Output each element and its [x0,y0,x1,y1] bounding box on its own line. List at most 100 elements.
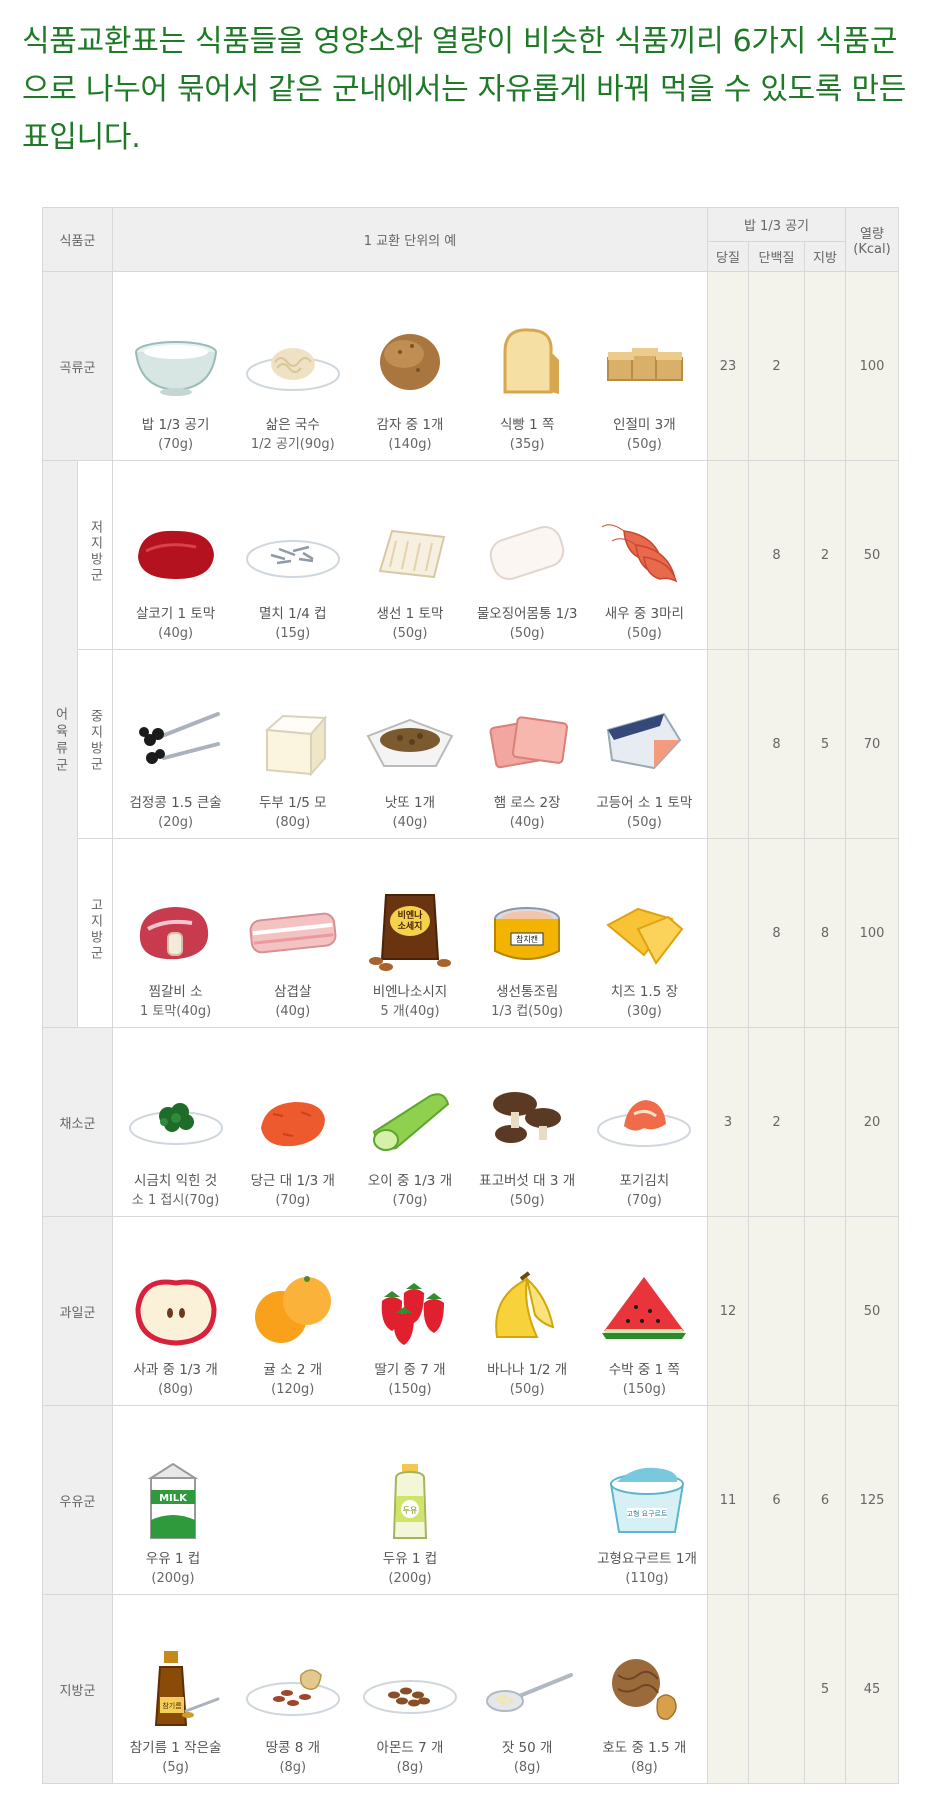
svg-text:소세지: 소세지 [398,920,423,932]
walnut-icon [612,1659,678,1720]
food-item: 표고버섯 대 3 개 (50g) [471,1078,583,1210]
food-name: 당근 대 1/3 개 [250,1173,335,1189]
fat-value [804,1216,846,1406]
kcal-value: 20 [845,1027,899,1217]
kcal-value: 50 [845,1216,899,1406]
header-calories-label: 열량 [860,226,884,242]
protein-value [748,1594,805,1784]
food-name: 잣 50 개 [501,1740,553,1756]
food-name: 멸치 1/4 컵 [258,606,327,622]
table-row: 우유군 MILK 우유 1 컵 (200g) 두유 두유 1 컵 (200g) 고형 요구르트… [42,1405,899,1595]
protein-value: 8 [748,838,805,1028]
pine-nut-spoon-icon [486,1673,574,1712]
food-name: 포기김치 [619,1173,670,1189]
bread-slice-icon [503,328,560,394]
soymilk-bottle-icon: 두유 [392,1464,428,1539]
food-item: 두유 두유 1 컵 (200g) [354,1456,466,1588]
subgroup-label-text: 저지방군 [87,520,103,584]
cheese-icon [606,907,684,965]
food-item: 사과 중 1/3 개 (80g) [120,1267,232,1399]
food-item: 인절미 3개 (50g) [588,322,700,454]
food-name: 호도 중 1.5 개 [602,1740,687,1756]
food-name: 식빵 1 쪽 [499,417,555,433]
food-amount: (110g) [625,1571,669,1586]
protein-value: 8 [748,649,805,839]
food-item: 비엔나 소세지 비엔나소시지 5 개(40g) [354,889,466,1021]
fat-value [804,271,846,461]
food-name: 찜갈비 소 [148,984,203,1000]
food-name: 비엔나소시지 [372,984,448,1000]
food-item: 오이 중 1/3 개 (70g) [354,1078,466,1210]
kcal-value: 125 [845,1405,899,1595]
food-examples-cell: 밥 1/3 공기 (70g) 삶은 국수 1/2 공기(90g) 감자 중 1개 (140… [112,271,708,461]
header-protein: 단백질 [748,241,805,272]
svg-text:MILK: MILK [159,1493,188,1504]
kcal-value: 100 [845,271,899,461]
food-item: 감자 중 1개 (140g) [354,322,466,454]
kimchi-plate-icon [597,1100,692,1147]
food-name: 아몬드 7 개 [376,1740,444,1756]
fat-value [804,1027,846,1217]
food-examples-cell: 사과 중 1/3 개 (80g) 귤 소 2 개 (120g) 딸기 중 7 개 (150… [112,1216,708,1406]
food-name: 고형요구르트 1개 [597,1551,697,1567]
food-amount: (50g) [509,1382,545,1397]
squid-body-icon [489,526,565,580]
food-item: 참치캔 생선통조림 1/3 컵(50g) [471,889,583,1021]
fish-fillet-icon [378,529,446,579]
food-amount: (150g) [622,1382,666,1397]
subgroup-label-text: 고지방군 [87,898,103,962]
subgroup-label-text: 중지방군 [87,709,103,773]
protein-value: 6 [748,1405,805,1595]
milk-carton-icon: MILK [147,1462,199,1539]
header-calories: 열량 (Kcal) [845,207,899,272]
food-item: 딸기 중 7 개 (150g) [354,1267,466,1399]
food-amount: 1/3 컵(50g) [491,1004,564,1019]
protein-value: 2 [748,271,805,461]
food-item: 고형 요구르트 고형요구르트 1개 (110g) [591,1456,703,1588]
food-item: 시금치 익힌 것소 1 접시(70g) [120,1078,232,1210]
food-list: 찜갈비 소 1 토막(40g) 삼겹살 (40g) 비엔나 소세지 비엔나소시지 5 개(40… [117,839,703,1021]
food-item: 포기김치 (70g) [588,1078,700,1210]
food-item: 수박 중 1 쪽 (150g) [588,1267,700,1399]
mackerel-icon [607,712,682,770]
food-list: 검정콩 1.5 큰술 (20g) 두부 1/5 모 (80g) 낫또 1개 (40g) 햄 … [117,650,703,832]
food-item: 두부 1/5 모 (80g) [237,700,349,832]
food-amount: 소 1 접시(70g) [131,1193,220,1208]
food-item: 생선 1 토막 (50g) [354,511,466,643]
food-item: 호도 중 1.5 개 (8g) [588,1645,700,1777]
food-item: 치즈 1.5 장 (30g) [588,889,700,1021]
group-label: 곡류군 [42,271,113,461]
food-amount: (8g) [396,1760,424,1775]
food-amount: (70g) [626,1193,662,1208]
kcal-value: 70 [845,649,899,839]
protein-value [748,1216,805,1406]
food-name: 인절미 3개 [613,417,676,433]
tofu-icon [264,714,327,777]
food-item: 검정콩 1.5 큰술 (20g) [120,700,232,832]
table-row: 중지방군 검정콩 1.5 큰술 (20g) 두부 1/5 모 (80g) 낫또 1개 (40… [43,649,899,839]
group-label: 과일군 [42,1216,113,1406]
food-name: 땅콩 8 개 [265,1740,320,1756]
group-label-meat: 어육류군 [42,460,78,1028]
tangerine-icon [254,1276,331,1343]
header-carb: 당질 [707,241,749,272]
food-amount: (150g) [388,1382,432,1397]
food-amount: (200g) [151,1571,195,1586]
food-name: 수박 중 1 쪽 [608,1362,680,1378]
food-name: 두부 1/5 모 [258,795,327,811]
group-label: 채소군 [42,1027,113,1217]
table-row: 고지방군 찜갈비 소 1 토막(40g) 삼겹살 (40g) 비엔나 소세지 비엔나소시지 5 … [43,838,899,1028]
tuna-can-icon: 참치캔 [494,907,561,960]
food-amount: (40g) [509,815,545,830]
food-amount: (70g) [158,437,194,452]
protein-value: 8 [748,460,805,650]
carb-value: 12 [707,1216,749,1406]
beef-icon [137,530,214,579]
food-examples-cell: 참기름 참기름 1 작은술 (5g) 땅콩 8 개 (8g) 아몬드 7 개 (8g) 잣 5… [112,1594,708,1784]
noodles-plate-icon [245,348,340,391]
food-name: 낫또 1개 [384,795,436,811]
food-amount: (5g) [162,1760,189,1775]
food-name: 감자 중 1개 [376,417,444,433]
food-item: 고등어 소 1 토막 (50g) [588,700,700,832]
food-list: MILK 우유 1 컵 (200g) 두유 두유 1 컵 (200g) 고형 요구르트 고형요… [117,1406,703,1588]
